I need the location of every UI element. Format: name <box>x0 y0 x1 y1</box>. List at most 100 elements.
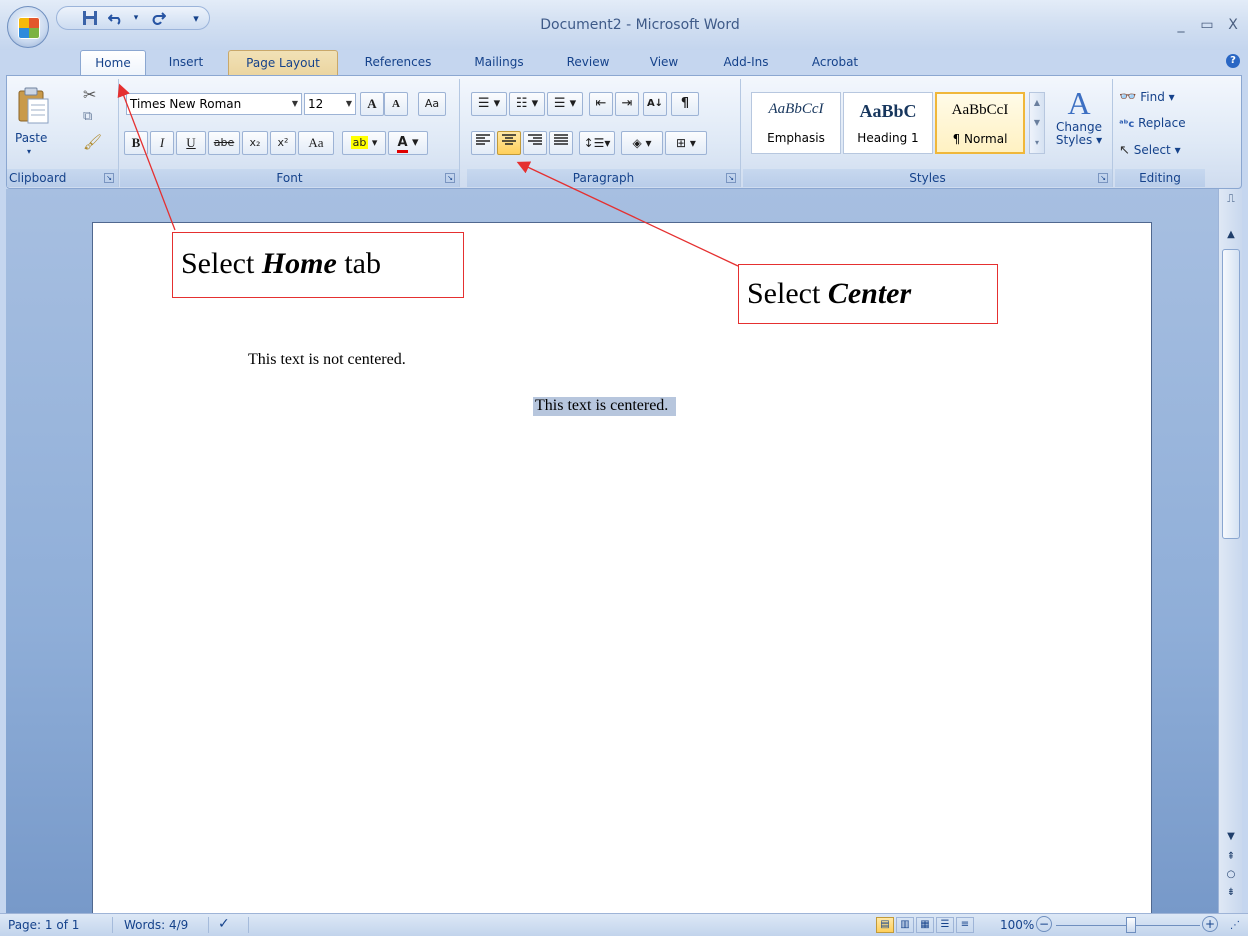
decrease-indent-icon: ⇤ <box>595 96 607 111</box>
font-color-button[interactable]: A ▾ <box>388 131 428 155</box>
underline-button[interactable]: U <box>176 131 206 155</box>
paragraph-centered[interactable]: This text is centered. <box>533 397 677 416</box>
paragraph-launcher-icon[interactable]: ↘ <box>726 173 736 183</box>
ruler-toggle-icon[interactable]: ⎍ <box>1222 191 1240 207</box>
font-family-select[interactable]: Times New Roman ▼ <box>126 93 302 115</box>
scroll-down-icon[interactable]: ▼ <box>1222 829 1240 845</box>
font-group: Times New Roman ▼ 12 ▼ A A Aa B I U abe x₂… <box>120 79 460 187</box>
clear-formatting-button[interactable]: Aa <box>418 92 446 116</box>
styles-gallery-scroll[interactable]: ▲ ▼ ▾ <box>1029 92 1045 154</box>
change-case-button[interactable]: Aa <box>298 131 334 155</box>
outline-view-icon[interactable]: ☰ <box>936 917 954 933</box>
replace-label: Replace <box>1138 116 1186 130</box>
bullets-button[interactable]: ☰ ▾ <box>471 92 507 116</box>
format-painter-icon[interactable]: 🖌 <box>83 133 102 151</box>
tab-add-ins[interactable]: Add-Ins <box>712 50 780 76</box>
tab-references[interactable]: References <box>350 50 446 76</box>
align-left-button[interactable] <box>471 131 495 155</box>
maximize-button[interactable]: ▭ <box>1196 16 1218 34</box>
word-count[interactable]: Words: 4/9 <box>124 918 188 932</box>
paragraph-group: ☰ ▾ ☷ ▾ ☰ ▾ ⇤ ⇥ A↓ ¶ ↕☰▾ ◈ ▾ ⊞ ▾ Paragra… <box>467 79 741 187</box>
tab-insert[interactable]: Insert <box>155 50 217 76</box>
strikethrough-button[interactable]: abe <box>208 131 240 155</box>
zoom-slider-thumb[interactable] <box>1126 917 1136 933</box>
tab-home[interactable]: Home <box>80 50 146 76</box>
customize-qat-icon[interactable]: ▾ <box>187 10 205 27</box>
status-separator <box>208 917 209 933</box>
paste-button[interactable]: Paste ▾ <box>13 83 55 159</box>
style-emphasis-name: Emphasis <box>767 131 825 145</box>
style-heading-1[interactable]: AaBbC Heading 1 <box>843 92 933 154</box>
highlight-button[interactable]: ab ▾ <box>342 131 386 155</box>
align-right-button[interactable] <box>523 131 547 155</box>
previous-page-icon[interactable]: ⇞ <box>1222 849 1240 865</box>
select-button[interactable]: ↖ Select ▾ <box>1119 143 1203 163</box>
office-button[interactable] <box>7 6 49 48</box>
style-emphasis[interactable]: AaBbCcI Emphasis <box>751 92 841 154</box>
style-normal[interactable]: AaBbCcI ¶ Normal <box>935 92 1025 154</box>
undo-dropdown-icon[interactable]: ▾ <box>127 10 145 27</box>
zoom-out-button[interactable]: − <box>1036 916 1052 932</box>
scroll-up-icon[interactable]: ▲ <box>1222 227 1240 243</box>
vertical-scrollbar[interactable]: ⎍ ▲ ▼ ⇞ ○ ⇟ <box>1218 189 1242 913</box>
bold-button[interactable]: B <box>124 131 148 155</box>
save-icon[interactable] <box>81 10 99 27</box>
style-normal-sample: AaBbCcI <box>951 102 1009 118</box>
draft-view-icon[interactable]: ≡ <box>956 917 974 933</box>
print-layout-view-icon[interactable]: ▤ <box>876 917 894 933</box>
change-styles-button[interactable]: A Change Styles ▾ <box>1051 85 1107 165</box>
web-layout-view-icon[interactable]: ▦ <box>916 917 934 933</box>
clipboard-group: Paste ▾ ✂ ⧉ 🖌 Clipboard ↘ <box>7 79 119 187</box>
shading-button[interactable]: ◈ ▾ <box>621 131 663 155</box>
zoom-in-button[interactable]: + <box>1202 916 1218 932</box>
change-styles-label-2: Styles ▾ <box>1055 133 1103 147</box>
tab-page-layout[interactable]: Page Layout <box>228 50 338 76</box>
borders-button[interactable]: ⊞ ▾ <box>665 131 707 155</box>
multilevel-list-button[interactable]: ☰ ▾ <box>547 92 583 116</box>
callout-select-home: Select Home tab <box>172 232 464 298</box>
subscript-button[interactable]: x₂ <box>242 131 268 155</box>
line-spacing-button[interactable]: ↕☰▾ <box>579 131 615 155</box>
tab-acrobat[interactable]: Acrobat <box>800 50 870 76</box>
clipboard-launcher-icon[interactable]: ↘ <box>104 173 114 183</box>
minimize-button[interactable]: _ <box>1170 16 1192 34</box>
full-screen-reading-view-icon[interactable]: ▥ <box>896 917 914 933</box>
justify-button[interactable] <box>549 131 573 155</box>
undo-icon[interactable] <box>107 10 125 27</box>
italic-button[interactable]: I <box>150 131 174 155</box>
increase-indent-button[interactable]: ⇥ <box>615 92 639 116</box>
find-button[interactable]: 👓 Find ▾ <box>1119 89 1199 109</box>
grow-font-button[interactable]: A <box>360 92 384 116</box>
tab-review[interactable]: Review <box>556 50 620 76</box>
tab-view[interactable]: View <box>638 50 690 76</box>
decrease-indent-button[interactable]: ⇤ <box>589 92 613 116</box>
align-right-icon <box>528 134 542 145</box>
paragraph-not-centered[interactable]: This text is not centered. <box>248 351 406 369</box>
shrink-font-button[interactable]: A <box>384 92 408 116</box>
show-formatting-button[interactable]: ¶ <box>671 92 699 116</box>
styles-launcher-icon[interactable]: ↘ <box>1098 173 1108 183</box>
replace-button[interactable]: ᵃᵇc Replace <box>1119 116 1203 136</box>
scroll-thumb[interactable] <box>1222 249 1240 539</box>
redo-icon[interactable] <box>149 10 167 27</box>
font-launcher-icon[interactable]: ↘ <box>445 173 455 183</box>
select-browse-object-icon[interactable]: ○ <box>1222 867 1240 883</box>
numbering-button[interactable]: ☷ ▾ <box>509 92 545 116</box>
copy-icon[interactable]: ⧉ <box>83 109 92 124</box>
document-page[interactable]: This text is not centered. This text is … <box>92 222 1152 913</box>
zoom-level[interactable]: 100% <box>1000 918 1034 932</box>
cut-icon[interactable]: ✂ <box>83 85 96 104</box>
font-size-select[interactable]: 12 ▼ <box>304 93 356 115</box>
next-page-icon[interactable]: ⇟ <box>1222 885 1240 901</box>
sort-button[interactable]: A↓ <box>643 92 667 116</box>
page-count[interactable]: Page: 1 of 1 <box>8 918 79 932</box>
superscript-button[interactable]: x² <box>270 131 296 155</box>
help-icon[interactable]: ? <box>1226 54 1240 68</box>
tab-mailings[interactable]: Mailings <box>462 50 536 76</box>
align-center-button[interactable] <box>497 131 521 155</box>
proofing-icon[interactable]: ✓ <box>218 916 230 932</box>
close-button[interactable]: X <box>1222 16 1244 34</box>
clipboard-group-label: Clipboard ↘ <box>7 169 118 187</box>
style-normal-name: ¶ Normal <box>952 132 1008 146</box>
resize-grip-icon[interactable]: ⋰ <box>1230 920 1240 931</box>
